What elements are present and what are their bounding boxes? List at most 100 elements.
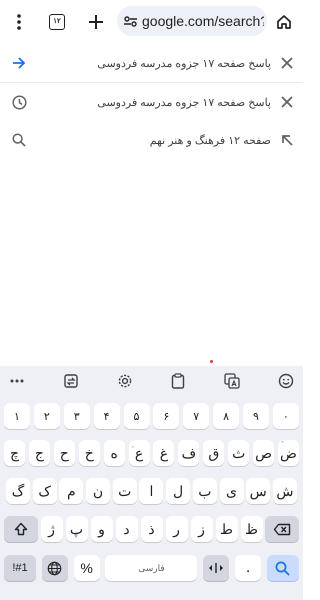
key[interactable]: ف <box>178 440 200 466</box>
key-label: ق <box>208 444 220 461</box>
space-key[interactable]: فارسی <box>105 555 198 581</box>
key[interactable]: ۷ <box>183 403 210 429</box>
key[interactable]: ۵ <box>123 403 150 429</box>
key-label: ط <box>220 520 233 537</box>
key[interactable]: ل <box>166 478 191 504</box>
key[interactable]: عٍ <box>128 440 150 466</box>
browser-toolbar: ۱۲ <box>0 0 303 44</box>
backspace-icon <box>273 523 291 535</box>
key[interactable]: غ <box>153 440 175 466</box>
key[interactable]: ه <box>103 440 125 466</box>
key-label: چ <box>9 444 20 461</box>
key[interactable]: ژ <box>40 516 63 542</box>
key[interactable]: ط <box>215 516 238 542</box>
key[interactable]: م <box>59 478 84 504</box>
key[interactable]: ا <box>139 478 164 504</box>
more-icon[interactable] <box>8 372 26 390</box>
translate-icon[interactable] <box>223 372 241 390</box>
url-input[interactable] <box>142 13 264 29</box>
key[interactable]: ۰ <box>272 403 299 429</box>
key[interactable]: ک <box>32 478 57 504</box>
cursor-move-key[interactable] <box>203 555 230 581</box>
key[interactable]: ت <box>112 478 137 504</box>
suggestion-text: صفحه ۱۲ فرهنگ و هنر نهم <box>149 134 271 147</box>
clipboard-icon[interactable] <box>169 372 187 390</box>
key[interactable]: ۲ <box>33 403 60 429</box>
key-label: خ <box>84 444 94 461</box>
key[interactable]: ز <box>190 516 213 542</box>
keyboard: ۱ ۲ ۳ ۴ ۵ ۶ ۷ ۸ ۹ ۰ چجحخه عٍ غفقثصضّ گکمنت… <box>0 366 303 600</box>
key[interactable]: و <box>90 516 113 542</box>
new-tab-icon[interactable] <box>82 8 110 36</box>
more-menu-icon[interactable] <box>5 8 33 36</box>
language-key[interactable] <box>41 555 68 581</box>
suggestion-row[interactable]: پاسخ صفحه ۱۷ جزوه مدرسه فردوسی <box>0 44 303 82</box>
close-icon[interactable] <box>281 96 293 108</box>
close-icon[interactable] <box>281 57 293 69</box>
key[interactable]: ج <box>28 440 50 466</box>
key-label: ک <box>38 482 51 499</box>
key-label: ح <box>59 444 69 461</box>
key-label: گ <box>11 482 25 499</box>
arrow-right-icon[interactable] <box>12 56 26 70</box>
key[interactable]: ۱ <box>4 403 30 429</box>
percent-key[interactable]: % <box>73 555 100 581</box>
key-label: ع <box>134 444 144 461</box>
key[interactable]: ذ <box>140 516 163 542</box>
emoji-icon[interactable] <box>277 372 295 390</box>
key-label: ث <box>232 444 246 461</box>
key-label: ی <box>226 482 237 499</box>
search-icon <box>12 133 26 147</box>
home-icon[interactable] <box>270 8 298 36</box>
arrow-up-left-icon[interactable] <box>281 134 293 146</box>
key[interactable]: ۸ <box>213 403 240 429</box>
key[interactable]: ص <box>253 440 275 466</box>
key-label: ذ <box>148 520 155 537</box>
key[interactable]: خ <box>78 440 100 466</box>
backspace-key[interactable] <box>265 516 299 542</box>
key[interactable]: ث <box>228 440 250 466</box>
key[interactable]: ۳ <box>63 403 90 429</box>
key[interactable]: پ <box>65 516 88 542</box>
bottom-row: !#1 % فارسی . <box>4 555 299 581</box>
key-label: ن <box>92 482 104 499</box>
key[interactable]: ن <box>86 478 111 504</box>
shift-key[interactable] <box>4 516 38 542</box>
search-icon <box>276 561 291 576</box>
key[interactable]: ی <box>219 478 244 504</box>
key-label: د <box>123 520 130 537</box>
key[interactable]: ر <box>165 516 188 542</box>
settings-icon[interactable] <box>116 372 134 390</box>
key[interactable]: ۶ <box>153 403 180 429</box>
key[interactable]: ظ <box>240 516 263 542</box>
key[interactable]: گ <box>6 478 30 504</box>
key[interactable]: ۹ <box>243 403 269 429</box>
site-settings-icon[interactable] <box>124 15 137 27</box>
suggestion-row[interactable]: پاسخ صفحه ۱۷ جزوه مدرسه فردوسی <box>0 83 303 121</box>
period-key[interactable]: . <box>235 555 262 581</box>
suggestion-row[interactable]: صفحه ۱۲ فرهنگ و هنر نهم <box>0 121 303 159</box>
key-label: ظ <box>245 520 258 537</box>
key-label: ص <box>255 444 273 461</box>
key[interactable]: چ <box>4 440 25 466</box>
key[interactable]: د <box>115 516 138 542</box>
key-label: پ <box>69 520 84 537</box>
key-label: م <box>67 482 76 499</box>
clipboard-swap-icon[interactable] <box>62 372 80 390</box>
key[interactable]: ۴ <box>93 403 120 429</box>
key-label: ج <box>34 444 44 461</box>
letter-row-2: گکمنتا لبیسش <box>6 478 297 504</box>
key[interactable]: ضّ <box>277 440 299 466</box>
key[interactable]: ب <box>192 478 217 504</box>
tab-switcher-button[interactable]: ۱۲ <box>43 8 71 36</box>
key[interactable]: س <box>246 478 271 504</box>
symbols-key[interactable]: !#1 <box>4 555 36 581</box>
key[interactable]: ق <box>203 440 225 466</box>
key[interactable]: ش <box>272 478 297 504</box>
keyboard-toolbar <box>0 366 303 396</box>
search-key[interactable] <box>266 555 299 581</box>
letter-row-1: چجحخه عٍ غفقثصضّ <box>4 440 299 466</box>
key[interactable]: ح <box>53 440 75 466</box>
key-label: ا <box>149 482 154 499</box>
address-bar[interactable] <box>117 6 267 36</box>
